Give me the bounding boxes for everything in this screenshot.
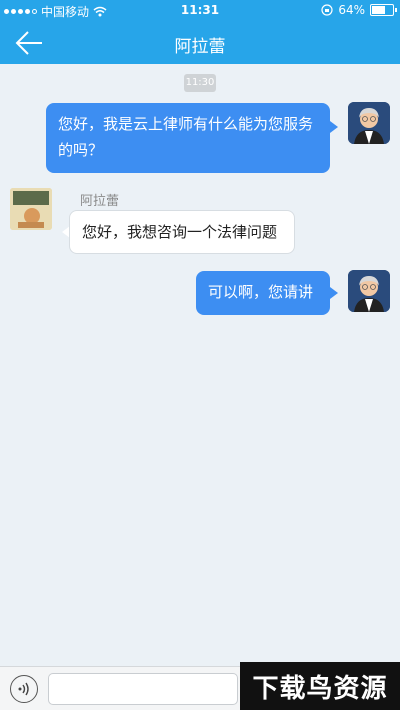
lawyer-avatar[interactable]	[348, 102, 390, 144]
status-right: 64%	[321, 3, 397, 17]
message-text: 您好，我想咨询一个法律问题	[82, 223, 278, 241]
watermark-logo: 下载鸟资源	[240, 662, 400, 710]
nav-bar: 阿拉蕾	[0, 22, 400, 64]
message-input[interactable]	[48, 673, 238, 705]
bubble-tail	[330, 287, 338, 299]
voice-icon	[18, 682, 29, 696]
chat-area[interactable]: 11:30 您好，我是云上律师有什么能为您服务的吗？ 阿拉蕾 您好，我想咨询一个…	[0, 64, 400, 666]
page-title: 阿拉蕾	[174, 37, 226, 57]
battery-icon	[370, 4, 397, 16]
rotation-lock-icon	[321, 4, 333, 16]
message-text: 您好，我是云上律师有什么能为您服务的吗？	[58, 115, 314, 159]
lawyer-avatar-icon	[348, 102, 390, 144]
user-avatar[interactable]	[10, 188, 52, 230]
lawyer-avatar-icon	[348, 270, 390, 312]
message-bubble-in[interactable]: 您好，我想咨询一个法律问题	[69, 210, 295, 254]
message-bubble-out[interactable]: 您好，我是云上律师有什么能为您服务的吗？	[46, 103, 330, 173]
lawyer-avatar[interactable]	[348, 270, 390, 312]
voice-button[interactable]	[10, 675, 38, 703]
status-bar: 中国移动 11:31 64%	[0, 0, 400, 22]
sender-name: 阿拉蕾	[80, 194, 120, 209]
battery-percent: 64%	[338, 3, 365, 17]
chat-timestamp: 11:30	[184, 74, 216, 92]
message-text: 可以啊，您请讲	[208, 283, 314, 301]
message-bubble-out[interactable]: 可以啊，您请讲	[196, 271, 330, 315]
user-avatar-icon	[10, 188, 52, 230]
bubble-tail	[330, 121, 338, 133]
